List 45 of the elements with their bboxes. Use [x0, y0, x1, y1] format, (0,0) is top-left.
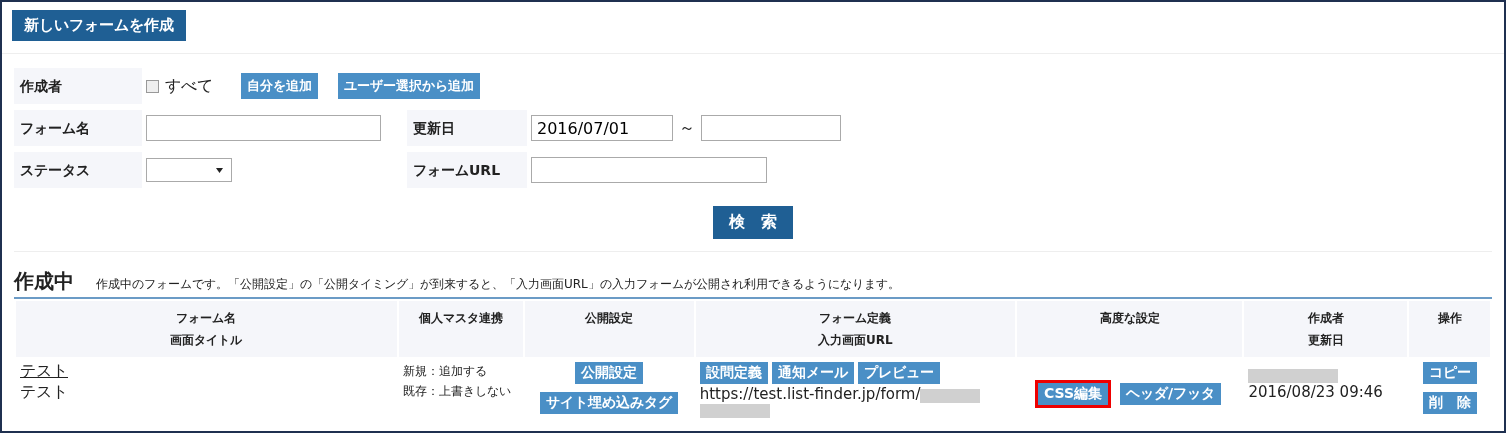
action-button[interactable]: コピー: [1422, 362, 1477, 384]
form-name-label: フォーム名: [14, 110, 142, 146]
form-name-link[interactable]: テスト: [20, 361, 68, 380]
column-header: 入力画面URL: [816, 332, 894, 349]
redacted-block: [920, 388, 981, 403]
column-header: フォーム定義: [818, 310, 893, 327]
date-from-field[interactable]: 2016/07/01: [531, 115, 673, 141]
section-title: 作成中: [14, 268, 74, 295]
definition-button[interactable]: プレビュー: [857, 362, 940, 384]
all-checkbox[interactable]: すべて: [146, 75, 213, 97]
column-header: 公開設定: [584, 310, 635, 327]
column-header: フォーム名: [175, 310, 238, 327]
master-link-text: 新規：追加する: [402, 363, 488, 380]
updated-label: 更新日: [407, 110, 527, 146]
action-button[interactable]: 削 除: [1422, 392, 1477, 414]
status-label: ステータス: [14, 152, 142, 188]
column-header: 操作: [1436, 310, 1463, 327]
form-url[interactable]: https://test.list-finder.jp/form/: [699, 385, 921, 403]
column-header: 作成者: [1306, 310, 1345, 327]
search-button[interactable]: 検 索: [713, 206, 793, 239]
publish-button[interactable]: 公開設定: [575, 362, 644, 384]
form-url-label: フォームURL: [407, 152, 527, 188]
updated-date: 2016/08/23 09:46: [1248, 383, 1384, 401]
add-author-button[interactable]: 自分を追加: [241, 73, 318, 99]
definition-button[interactable]: 通知メール: [771, 362, 854, 384]
new-form-button[interactable]: 新しいフォームを作成: [12, 10, 186, 41]
author-label: 作成者: [14, 68, 142, 104]
master-link-text: 既存：上書きしない: [402, 383, 512, 400]
date-to-field[interactable]: [701, 115, 841, 141]
range-separator: ～: [679, 117, 695, 139]
column-header: 高度な設定: [1098, 310, 1161, 327]
dropdown-arrow-icon: [216, 167, 223, 173]
column-header: 画面タイトル: [169, 332, 244, 349]
publish-button[interactable]: サイト埋め込みタグ: [540, 392, 679, 414]
column-header: 個人マスタ連携: [417, 310, 504, 327]
add-author-button[interactable]: ユーザー選択から追加: [338, 73, 480, 99]
redacted-block: [699, 403, 770, 418]
form-name-field[interactable]: [146, 115, 381, 141]
advanced-setting-button[interactable]: CSS編集: [1034, 380, 1112, 408]
column-header: 更新日: [1306, 332, 1345, 349]
form-url-field[interactable]: [531, 157, 767, 183]
screen-title: テスト: [20, 382, 69, 403]
section-description: 作成中のフォームです。「公開設定」の「公開タイミング」が到来すると、「入力画面URL」の入力フォームが公開され利用できるようになります。: [96, 276, 900, 293]
status-dropdown[interactable]: [146, 158, 232, 182]
definition-button[interactable]: 設問定義: [699, 362, 768, 384]
